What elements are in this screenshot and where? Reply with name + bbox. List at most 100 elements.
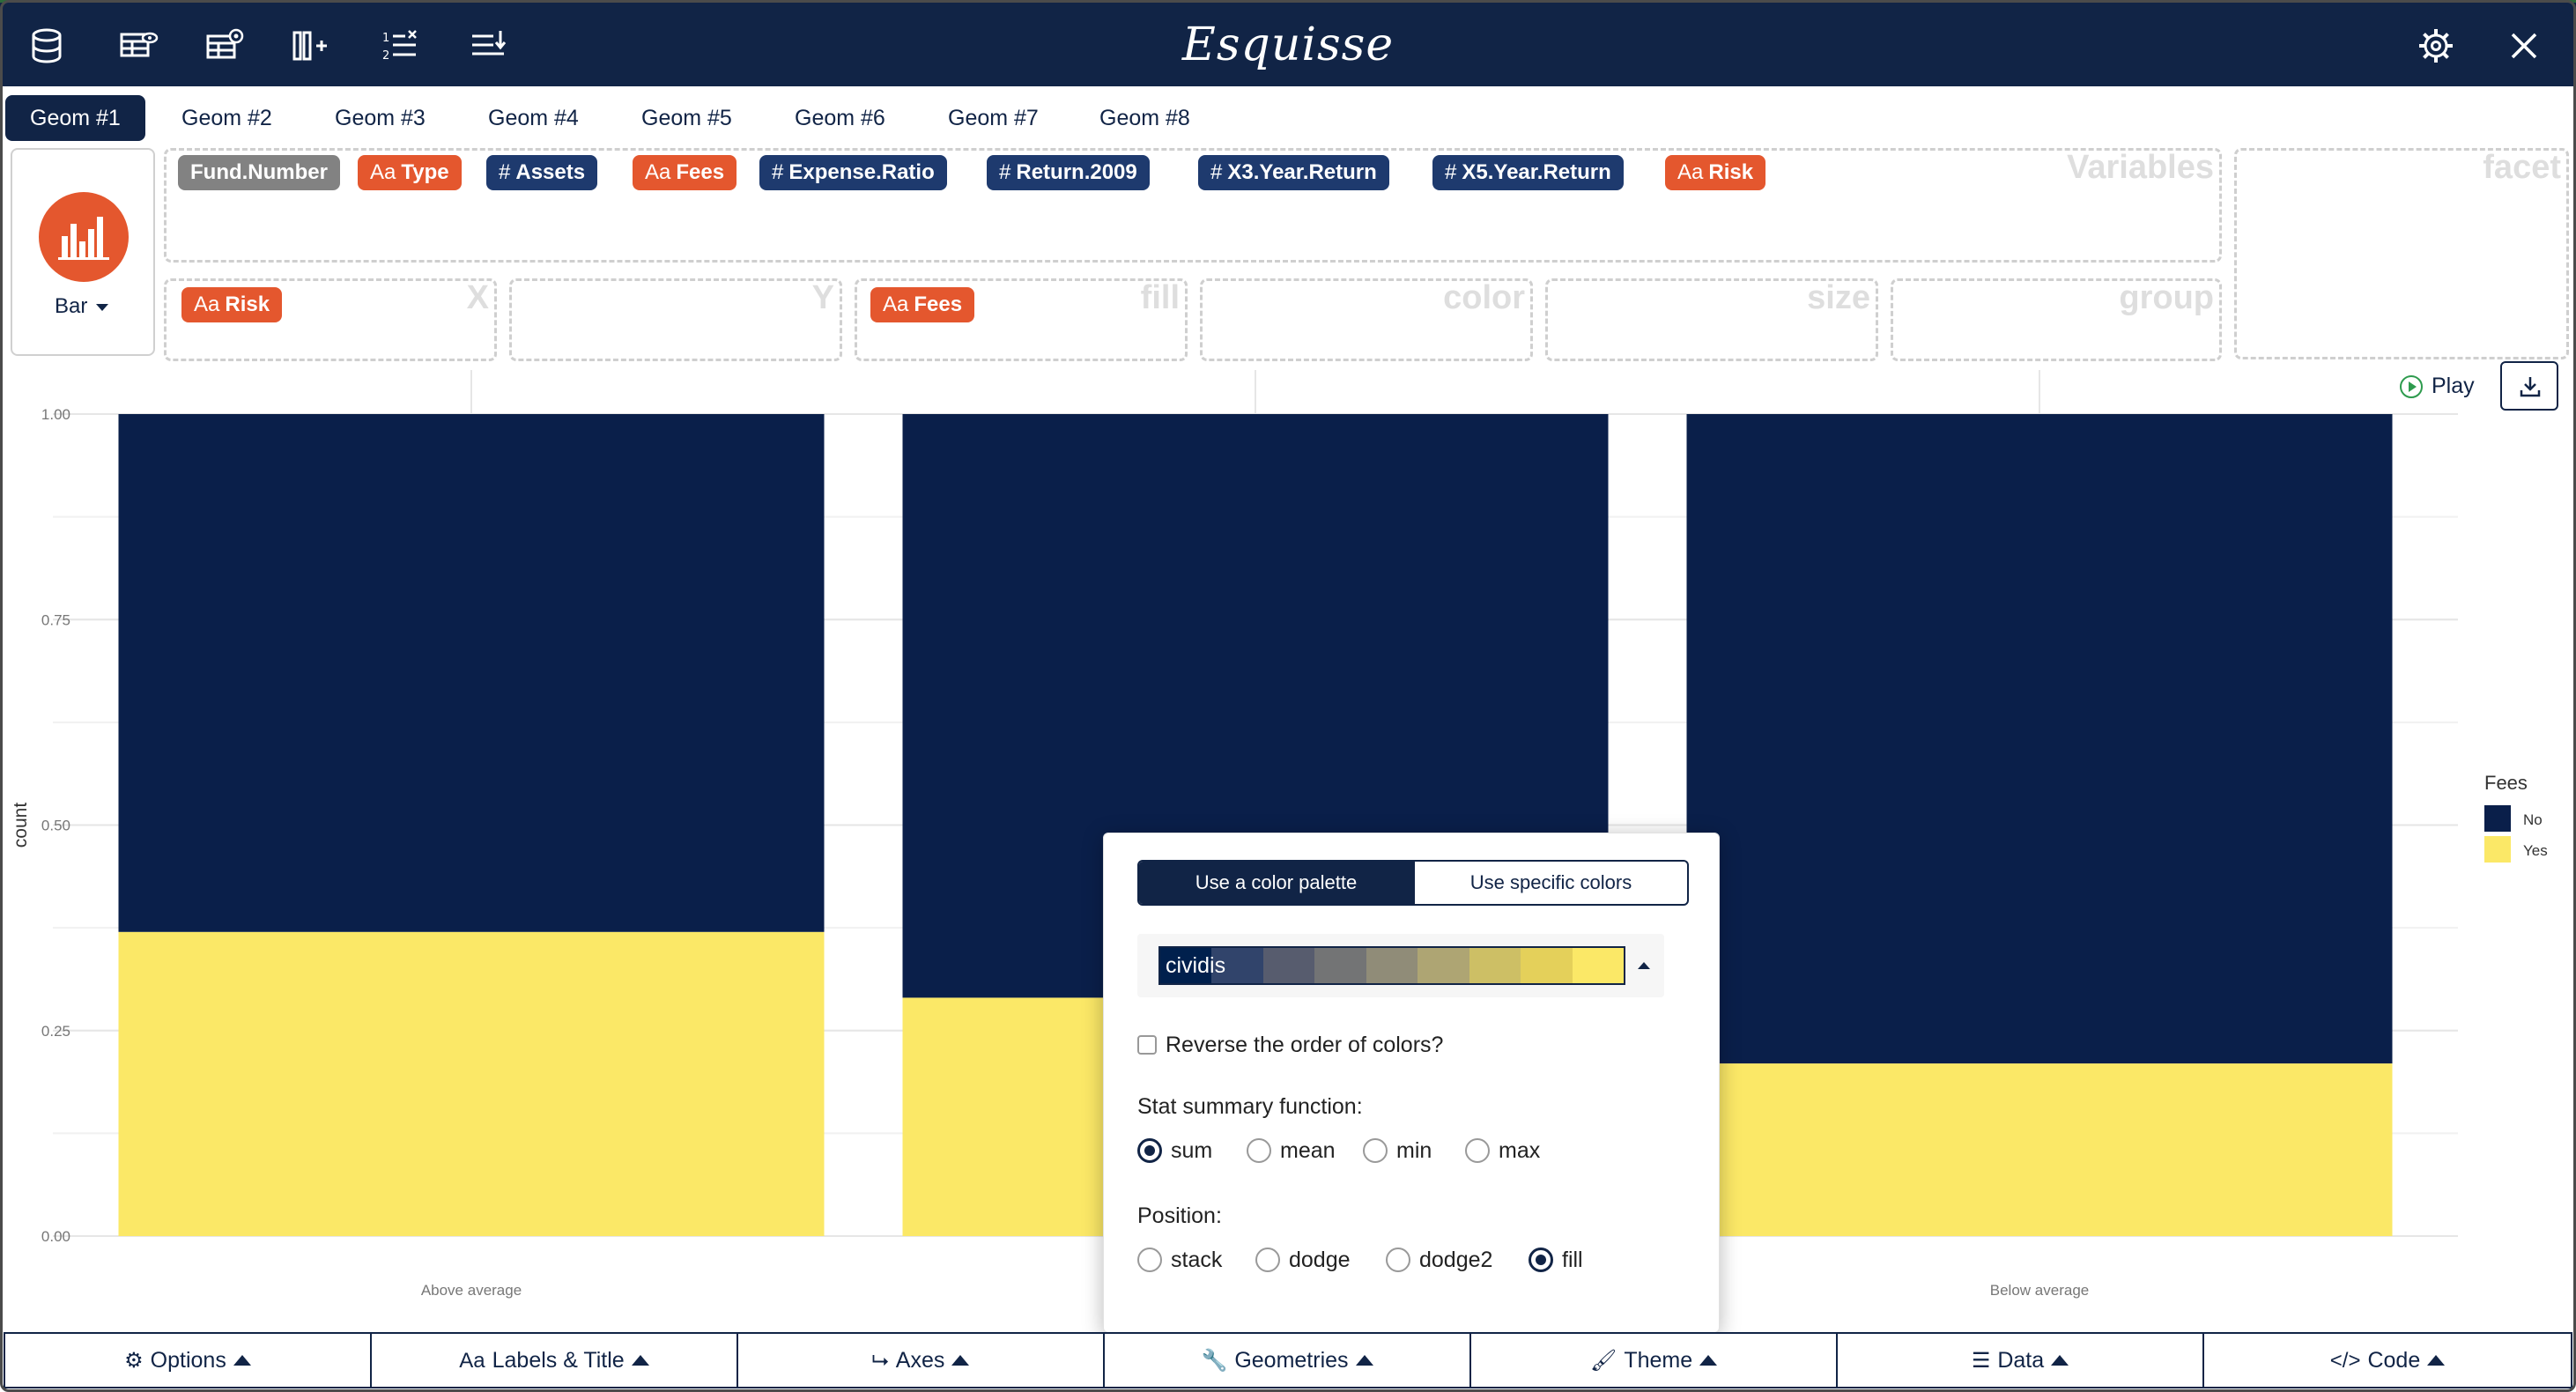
variables-zone[interactable]: Variables xyxy=(164,148,2222,263)
x-badge-risk[interactable]: Aa Risk xyxy=(181,287,283,322)
code-icon: </> xyxy=(2329,1349,2361,1373)
tab-geom-2[interactable]: Geom #2 xyxy=(157,95,297,141)
tab-geom-8[interactable]: Geom #8 xyxy=(1075,95,1215,141)
bar-no xyxy=(118,414,825,932)
use-palette-button[interactable]: Use a color palette xyxy=(1139,862,1413,904)
radio-unselected[interactable] xyxy=(1363,1138,1388,1163)
palette-swatches: cividis xyxy=(1158,946,1625,985)
size-zone-title: size xyxy=(1807,279,1870,316)
group-zone-title: group xyxy=(2119,279,2214,316)
facet-zone[interactable]: facet xyxy=(2234,148,2569,359)
color-zone[interactable]: color xyxy=(1200,278,1533,361)
geom-selector[interactable]: Bar xyxy=(11,148,155,356)
palette-swatch xyxy=(1521,948,1573,983)
variable-badge-fund-number[interactable]: Fund.Number xyxy=(178,155,340,190)
code-button[interactable]: </> Code xyxy=(2202,1332,2572,1388)
palette-select[interactable]: cividis xyxy=(1137,934,1664,997)
y-tick-label: 0.25 xyxy=(41,1023,70,1040)
fill-badge-fees[interactable]: Aa Fees xyxy=(870,287,975,322)
group-zone[interactable]: group xyxy=(1891,278,2222,361)
radio-unselected[interactable] xyxy=(1255,1248,1280,1272)
tab-geom-3[interactable]: Geom #3 xyxy=(310,95,450,141)
esquisse-app: 12 Esquisse Geom #1 Geom #2 Geom #3 Geom… xyxy=(0,0,2576,1392)
stat-option-label: sum xyxy=(1171,1138,1213,1163)
radio-unselected[interactable] xyxy=(1386,1248,1410,1272)
palette-name: cividis xyxy=(1166,953,1226,978)
stat-radio-min[interactable]: min xyxy=(1363,1138,1432,1164)
axes-button[interactable]: ⮡ Axes xyxy=(737,1332,1105,1388)
stat-radio-sum[interactable]: sum xyxy=(1137,1138,1212,1164)
caret-up-icon xyxy=(1699,1355,1718,1366)
settings-icon[interactable] xyxy=(2416,26,2456,66)
legend-swatch-yes xyxy=(2484,836,2511,863)
radio-selected[interactable] xyxy=(1137,1138,1162,1163)
size-zone[interactable]: size xyxy=(1545,278,1878,361)
palette-swatch xyxy=(1469,948,1521,983)
code-label: Code xyxy=(2367,1348,2421,1373)
variable-label: Assets xyxy=(515,160,586,184)
reverse-colors-label: Reverse the order of colors? xyxy=(1166,1033,1444,1057)
tab-geom-4[interactable]: Geom #4 xyxy=(463,95,603,141)
variable-badge-assets[interactable]: # Assets xyxy=(486,155,598,190)
theme-label: Theme xyxy=(1624,1348,1693,1373)
reverse-colors-checkbox[interactable]: Reverse the order of colors? xyxy=(1137,1033,1443,1058)
variable-badge-fees[interactable]: Aa Fees xyxy=(633,155,737,190)
radio-selected[interactable] xyxy=(1529,1248,1553,1272)
labels-title-button[interactable]: Aa Labels & Title xyxy=(370,1332,738,1388)
download-button[interactable] xyxy=(2500,361,2558,411)
data-button[interactable]: ☰ Data xyxy=(1836,1332,2204,1388)
variable-badge-x3-year-return[interactable]: # X3.Year.Return xyxy=(1198,155,1389,190)
position-radio-stack[interactable]: stack xyxy=(1137,1248,1222,1273)
stat-radio-max[interactable]: max xyxy=(1465,1138,1540,1164)
tab-geom-6[interactable]: Geom #6 xyxy=(770,95,910,141)
position-radio-fill[interactable]: fill xyxy=(1529,1248,1583,1273)
bar-yes xyxy=(1686,1063,2393,1236)
tab-geom-5[interactable]: Geom #5 xyxy=(617,95,757,141)
variable-label: X3.Year.Return xyxy=(1227,160,1377,184)
color-zone-title: color xyxy=(1443,279,1525,316)
number-type-icon: # xyxy=(1445,160,1457,184)
number-type-icon: # xyxy=(499,160,511,184)
stat-option-label: mean xyxy=(1280,1138,1336,1163)
radio-unselected[interactable] xyxy=(1465,1138,1490,1163)
variable-label: Fund.Number xyxy=(190,160,328,184)
app-title: Esquisse xyxy=(1181,19,1395,71)
radio-unselected[interactable] xyxy=(1137,1248,1162,1272)
position-radio-dodge2[interactable]: dodge2 xyxy=(1386,1248,1492,1273)
y-zone[interactable]: Y xyxy=(509,278,842,361)
variable-badge-risk[interactable]: Aa Risk xyxy=(1665,155,1766,190)
radio-unselected[interactable] xyxy=(1247,1138,1271,1163)
checkbox-box[interactable] xyxy=(1137,1035,1157,1055)
options-button[interactable]: ⚙ Options xyxy=(4,1332,372,1388)
variable-badge-return-2009[interactable]: # Return.2009 xyxy=(987,155,1150,190)
use-specific-colors-button[interactable]: Use specific colors xyxy=(1413,862,1687,904)
close-icon[interactable] xyxy=(2504,26,2544,66)
geom-dropdown[interactable]: Bar xyxy=(55,294,109,319)
variable-badge-expense-ratio[interactable]: # Expense.Ratio xyxy=(759,155,947,190)
variable-label: Expense.Ratio xyxy=(788,160,935,184)
tab-geom-7[interactable]: Geom #7 xyxy=(923,95,1063,141)
bar-chart-icon xyxy=(39,192,129,282)
geometries-label: Geometries xyxy=(1234,1348,1349,1373)
variable-badge-x5-year-return[interactable]: # X5.Year.Return xyxy=(1432,155,1624,190)
options-label: Options xyxy=(150,1348,226,1373)
axes-icon: ⮡ xyxy=(871,1349,889,1373)
position-radio-dodge[interactable]: dodge xyxy=(1255,1248,1351,1273)
play-button[interactable]: Play xyxy=(2400,374,2475,405)
sliders-icon: ☰ xyxy=(1971,1349,1991,1373)
caret-up-icon xyxy=(233,1355,251,1366)
caret-up-icon xyxy=(1638,962,1650,969)
legend-label: Yes xyxy=(2523,842,2548,859)
y-zone-title: Y xyxy=(811,279,834,316)
text-type-icon: Aa xyxy=(1677,160,1704,184)
stat-radio-mean[interactable]: mean xyxy=(1247,1138,1336,1164)
brush-icon: 🖌 xyxy=(1589,1349,1617,1373)
y-tick-label: 0.00 xyxy=(41,1228,70,1245)
x-tick-label: Above average xyxy=(421,1282,522,1299)
geometries-button[interactable]: 🔧 Geometries xyxy=(1103,1332,1471,1388)
theme-button[interactable]: 🖌 Theme xyxy=(1469,1332,1838,1388)
tab-geom-1[interactable]: Geom #1 xyxy=(5,95,145,141)
number-type-icon: # xyxy=(772,160,784,184)
variable-badge-type[interactable]: Aa Type xyxy=(358,155,462,190)
text-type-icon: Aa xyxy=(645,160,671,184)
